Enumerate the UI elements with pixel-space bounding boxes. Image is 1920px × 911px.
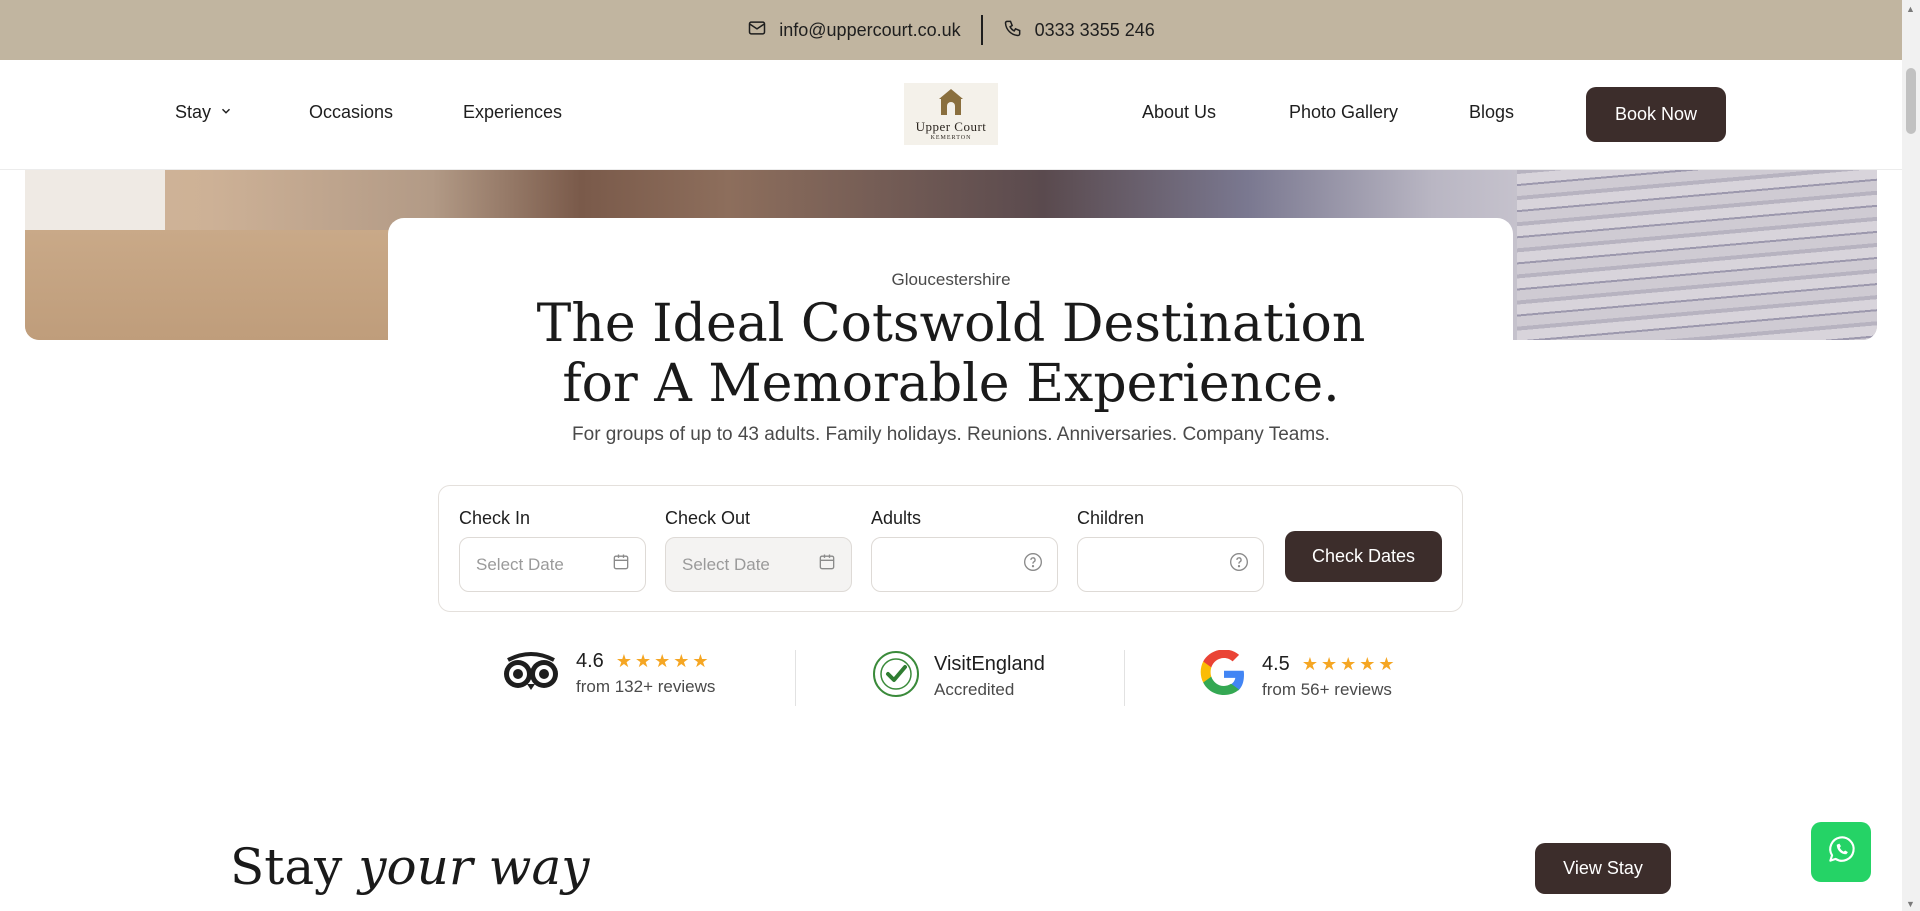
view-stay-button[interactable]: View Stay bbox=[1535, 843, 1671, 894]
page-scrollbar[interactable]: ▲ ▼ bbox=[1902, 0, 1920, 911]
hero-title-line2: for A Memorable Experience. bbox=[562, 354, 1340, 414]
rating-divider bbox=[795, 650, 796, 706]
help-circle-icon[interactable] bbox=[1023, 552, 1043, 577]
chevron-down-icon bbox=[219, 102, 233, 123]
phone-text[interactable]: 0333 3355 246 bbox=[1035, 20, 1155, 41]
contact-bar: info@uppercourt.co.uk 0333 3355 246 bbox=[0, 0, 1902, 60]
visitengland-name: VisitEngland bbox=[934, 653, 1045, 675]
contact-divider bbox=[980, 15, 983, 45]
book-now-button[interactable]: Book Now bbox=[1586, 87, 1726, 142]
scrollbar-thumb[interactable] bbox=[1906, 68, 1916, 134]
logo-subtitle: KEMERTON bbox=[930, 135, 972, 141]
star-rating-icon: ★★★★★ bbox=[1301, 654, 1398, 674]
main-nav: Stay Occasions Experiences Upper Court K… bbox=[0, 60, 1902, 170]
children-input[interactable] bbox=[1077, 537, 1264, 592]
check-in-placeholder: Select Date bbox=[476, 554, 564, 574]
help-circle-icon[interactable] bbox=[1229, 552, 1249, 577]
phone-icon bbox=[1003, 18, 1023, 43]
check-in-field: Check In Select Date bbox=[459, 508, 646, 592]
children-field: Children bbox=[1077, 508, 1264, 592]
hero-wall bbox=[25, 160, 165, 230]
adults-field: Adults bbox=[871, 508, 1058, 592]
nav-stay-label: Stay bbox=[175, 102, 212, 122]
children-label: Children bbox=[1077, 508, 1145, 528]
check-out-input[interactable]: Select Date bbox=[665, 537, 852, 592]
calendar-icon bbox=[817, 552, 837, 577]
scroll-up-icon[interactable]: ▲ bbox=[1906, 4, 1915, 14]
google-logo-icon bbox=[1200, 649, 1248, 703]
google-reviews: from 56+ reviews bbox=[1262, 680, 1392, 699]
whatsapp-button[interactable] bbox=[1811, 822, 1871, 882]
rating-divider bbox=[1124, 650, 1125, 706]
visitengland-text: VisitEngland Accredited bbox=[934, 653, 1045, 700]
stay-title-plain: Stay bbox=[230, 838, 359, 896]
site-logo[interactable]: Upper Court KEMERTON bbox=[904, 83, 998, 145]
hero-title-line1: The Ideal Cotswold Destination bbox=[536, 294, 1366, 354]
email-link[interactable]: info@uppercourt.co.uk bbox=[747, 18, 961, 43]
tripadvisor-text: 4.6 ★★★★★ from 132+ reviews bbox=[576, 650, 715, 697]
hero-eyebrow: Gloucestershire bbox=[891, 270, 1011, 289]
check-out-field: Check Out Select Date bbox=[665, 508, 852, 592]
google-rating[interactable]: 4.5 ★★★★★ from 56+ reviews bbox=[1200, 649, 1398, 703]
nav-experiences[interactable]: Experiences bbox=[463, 102, 562, 123]
good-to-go-badge-icon bbox=[872, 650, 920, 703]
check-in-input[interactable]: Select Date bbox=[459, 537, 646, 592]
gatehouse-logo-icon bbox=[939, 89, 963, 115]
nav-stay[interactable]: Stay bbox=[175, 102, 233, 123]
tripadvisor-owl-icon bbox=[500, 650, 562, 697]
visitengland-status: Accredited bbox=[934, 680, 1015, 699]
adults-label: Adults bbox=[871, 508, 922, 528]
stay-section-title: Stay your way bbox=[230, 838, 590, 896]
nav-occasions[interactable]: Occasions bbox=[309, 102, 393, 123]
mail-icon bbox=[747, 18, 767, 43]
whatsapp-icon bbox=[1824, 833, 1858, 872]
check-dates-button[interactable]: Check Dates bbox=[1285, 531, 1442, 582]
star-rating-icon: ★★★★★ bbox=[615, 651, 712, 671]
check-in-label: Check In bbox=[459, 508, 531, 528]
calendar-icon bbox=[611, 552, 631, 577]
booking-form: Check In Select Date Check Out Select Da… bbox=[438, 485, 1463, 612]
hero-title: The Ideal Cotswold Destination for A Mem… bbox=[0, 294, 1902, 414]
nav-gallery[interactable]: Photo Gallery bbox=[1289, 102, 1398, 123]
visitengland-rating[interactable]: VisitEngland Accredited bbox=[872, 650, 1045, 703]
adults-input[interactable] bbox=[871, 537, 1058, 592]
google-score: 4.5 bbox=[1262, 653, 1290, 675]
check-out-placeholder: Select Date bbox=[682, 554, 770, 574]
check-out-label: Check Out bbox=[665, 508, 751, 528]
tripadvisor-rating[interactable]: 4.6 ★★★★★ from 132+ reviews bbox=[500, 650, 715, 697]
hero-subtitle: For groups of up to 43 adults. Family ho… bbox=[572, 424, 1330, 445]
email-text[interactable]: info@uppercourt.co.uk bbox=[779, 20, 960, 41]
tripadvisor-reviews: from 132+ reviews bbox=[576, 677, 716, 696]
google-text: 4.5 ★★★★★ from 56+ reviews bbox=[1262, 653, 1398, 700]
logo-name: Upper Court bbox=[915, 119, 987, 134]
nav-blogs[interactable]: Blogs bbox=[1469, 102, 1514, 123]
scroll-down-icon[interactable]: ▼ bbox=[1906, 899, 1915, 909]
stay-title-italic: your way bbox=[358, 838, 590, 896]
phone-link[interactable]: 0333 3355 246 bbox=[1003, 18, 1155, 43]
nav-about[interactable]: About Us bbox=[1142, 102, 1216, 123]
tripadvisor-score: 4.6 bbox=[576, 650, 604, 672]
